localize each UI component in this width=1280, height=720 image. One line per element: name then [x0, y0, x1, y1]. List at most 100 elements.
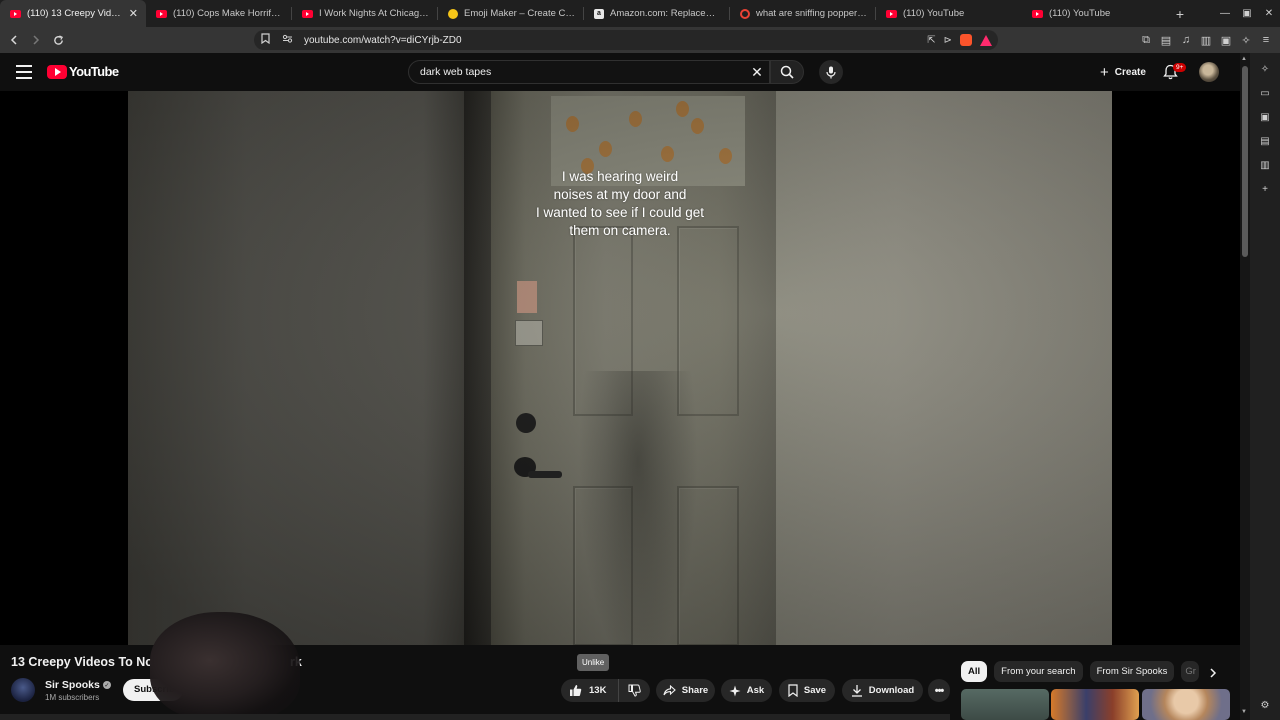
browser-tab-strip: (110) 13 Creepy Videos To Not Watch Alon…	[0, 0, 1280, 27]
browser-tab[interactable]: a Amazon.com: Replacement Parts	[584, 0, 730, 27]
back-icon[interactable]	[4, 30, 24, 50]
tab-title: (110) Cops Make Horrifying Discoveries	[173, 8, 284, 19]
video-player[interactable]: I was hearing weird noises at my door an…	[128, 91, 1112, 645]
guide-menu-icon[interactable]	[16, 65, 32, 79]
share-button[interactable]: Share	[656, 679, 715, 702]
amazon-favicon-icon: a	[594, 8, 604, 19]
like-dislike-group: 13K	[561, 679, 650, 702]
browser-tab[interactable]: (110) Cops Make Horrifying Discoveries	[146, 0, 292, 27]
tab-title: Amazon.com: Replacement Parts	[610, 8, 722, 19]
tab-title: (110) 13 Creepy Videos To Not Watch Alon…	[27, 8, 123, 19]
reload-icon[interactable]	[48, 30, 68, 50]
window-controls: — ▣ ✕	[1214, 0, 1280, 27]
youtube-logo[interactable]: YouTube	[47, 64, 119, 79]
ask-label: Ask	[746, 685, 765, 696]
recommended-video-thumbnail[interactable]	[1142, 689, 1230, 720]
like-count: 13K	[589, 685, 607, 696]
youtube-favicon-icon	[156, 9, 167, 18]
url-text[interactable]: youtube.com/watch?v=diCYrjb-ZD0	[304, 35, 462, 46]
notification-count-badge: 9+	[1173, 63, 1187, 72]
youtube-favicon-icon	[302, 9, 313, 18]
browser-tab[interactable]: (110) YouTube	[1022, 0, 1168, 27]
youtube-favicon-icon	[10, 9, 21, 18]
site-info-icon[interactable]	[276, 34, 298, 46]
leo-ai-icon[interactable]: ✧	[1240, 34, 1252, 47]
chip-from-sir-spooks[interactable]: From Sir Spooks	[1089, 661, 1175, 682]
create-label: Create	[1114, 66, 1146, 78]
brave-rewards-icon[interactable]	[980, 34, 992, 46]
page-scrollbar-thumb[interactable]	[1242, 66, 1248, 257]
channel-name[interactable]: Sir Spooks	[45, 679, 100, 691]
clear-search-icon[interactable]: ✕	[745, 64, 769, 81]
more-actions-button[interactable]: •••	[928, 679, 950, 702]
hand-occlusion	[150, 612, 300, 720]
open-external-icon[interactable]: ⇱	[927, 35, 935, 46]
google-favicon-icon	[740, 8, 750, 19]
tab-close-icon[interactable]: ✕	[129, 7, 138, 20]
voice-search-button[interactable]	[819, 60, 843, 84]
address-bar[interactable]: youtube.com/watch?v=diCYrjb-ZD0 ⇱ ⊳	[254, 30, 998, 50]
account-avatar[interactable]	[1199, 62, 1219, 82]
bookmark-icon[interactable]	[254, 33, 276, 47]
recommended-video-thumbnail[interactable]	[961, 689, 1049, 720]
youtube-favicon-icon	[1032, 9, 1043, 18]
download-icon	[851, 685, 862, 697]
channel-name-row[interactable]: Sir Spooks ✓	[45, 679, 111, 691]
create-button[interactable]: + Create	[1092, 61, 1154, 83]
browser-tab[interactable]: Emoji Maker – Create Custom Emojis	[438, 0, 584, 27]
bookmarks-sidebar-icon[interactable]: ▤	[1258, 134, 1272, 148]
tab-title: (110) YouTube	[1049, 8, 1111, 19]
microphone-icon	[826, 66, 836, 78]
wallet-icon[interactable]: ▤	[1160, 34, 1172, 47]
search-query[interactable]: dark web tapes	[420, 66, 745, 78]
download-button[interactable]: Download	[842, 679, 923, 702]
ask-button[interactable]: Ask	[721, 679, 772, 702]
new-tab-button[interactable]: +	[1168, 6, 1192, 22]
scroll-up-arrow-icon[interactable]: ▲	[1241, 56, 1247, 62]
address-bar-actions: ⇱ ⊳	[927, 30, 992, 50]
browser-tab[interactable]: I Work Nights At Chicago Union Station	[292, 0, 438, 27]
tab-title: what are sniffing poppers - Google Searc…	[756, 8, 868, 19]
channel-avatar[interactable]	[11, 678, 35, 702]
brave-shields-icon[interactable]	[960, 34, 972, 46]
chip-partial[interactable]: Gr	[1181, 661, 1200, 682]
menu-icon[interactable]: ≡	[1260, 34, 1272, 46]
browser-tab-active[interactable]: (110) 13 Creepy Videos To Not Watch Alon…	[0, 0, 146, 27]
like-button[interactable]: 13K	[561, 679, 619, 702]
search-button[interactable]	[770, 60, 804, 84]
video-title: 13 Creepy Videos To No	[11, 655, 153, 669]
reading-list-icon[interactable]: ▭	[1258, 86, 1272, 100]
chevron-right-icon[interactable]	[1203, 663, 1223, 683]
recommended-video-thumbnail[interactable]	[1051, 689, 1139, 720]
scroll-down-arrow-icon[interactable]: ▼	[1241, 709, 1247, 715]
chip-from-your-search[interactable]: From your search	[994, 661, 1083, 682]
browser-tab[interactable]: (110) YouTube	[876, 0, 1022, 27]
extensions-icon[interactable]: ⧉	[1140, 34, 1152, 47]
leo-sidebar-icon[interactable]: ✧	[1258, 62, 1272, 76]
save-button[interactable]: Save	[779, 679, 835, 702]
media-icon[interactable]: ♫	[1180, 34, 1192, 46]
share-arrow-icon	[663, 685, 676, 696]
dislike-button[interactable]	[619, 679, 650, 702]
chip-all[interactable]: All	[961, 661, 988, 682]
description-box-edge	[0, 714, 950, 720]
bookmark-save-icon	[788, 684, 798, 697]
send-to-device-icon[interactable]: ⊳	[944, 35, 952, 46]
wallet-sidebar-icon[interactable]: ▣	[1258, 110, 1272, 124]
playlist-sidebar-icon[interactable]: ▥	[1258, 158, 1272, 172]
wallet-app-icon[interactable]: ▣	[1220, 34, 1232, 47]
minimize-button[interactable]: —	[1214, 0, 1236, 27]
sidebar-toggle-icon[interactable]: ▥	[1200, 34, 1212, 47]
add-sidebar-item-icon[interactable]: +	[1258, 182, 1272, 196]
close-window-button[interactable]: ✕	[1258, 0, 1280, 27]
tab-title: Emoji Maker – Create Custom Emojis	[464, 8, 576, 19]
unlike-tooltip: Unlike	[577, 654, 610, 671]
sidebar-settings-gear-icon[interactable]: ⚙	[1258, 698, 1272, 712]
subscriber-count: 1M subscribers	[45, 693, 100, 702]
browser-sidebar	[1250, 53, 1280, 720]
forward-icon[interactable]	[26, 30, 46, 50]
maximize-button[interactable]: ▣	[1236, 0, 1258, 27]
search-input[interactable]: dark web tapes ✕	[408, 60, 770, 84]
video-caption: I was hearing weird noises at my door an…	[535, 169, 705, 238]
browser-tab[interactable]: what are sniffing poppers - Google Searc…	[730, 0, 876, 27]
